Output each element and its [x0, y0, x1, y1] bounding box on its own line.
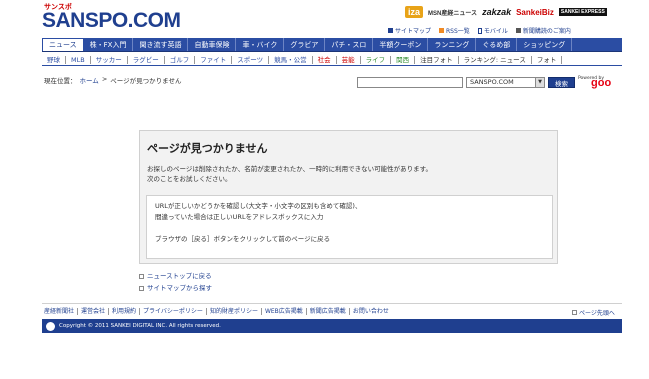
- sub-nav-item[interactable]: ラグビー: [128, 55, 165, 64]
- footer-link[interactable]: 知的財産ポリシー: [207, 308, 262, 315]
- sub-nav-item[interactable]: 競馬・公営: [269, 55, 313, 64]
- sub-nav-item[interactable]: スポーツ: [232, 55, 270, 64]
- sitemap-label: サイトマップ: [395, 28, 432, 35]
- rss-link[interactable]: RSS一覧: [439, 26, 470, 35]
- sub-nav-item[interactable]: ライフ: [361, 55, 392, 64]
- suggestions-box: URLが正しいかどうかを確認し(大文字・小文字の区別も含めて確認)、 間違ってい…: [146, 195, 553, 259]
- sitemap-icon: [388, 28, 393, 33]
- newspaper-icon: [515, 28, 521, 33]
- search-scope-value: SANSPO.COM: [470, 78, 514, 86]
- error-description: お探しのページは削除されたか、名前が変更されたか、一時的に利用できない可能性があ…: [147, 164, 432, 184]
- footer-link[interactable]: 産経新聞社: [44, 308, 79, 315]
- bullet-icon: [139, 273, 144, 279]
- sub-nav-item[interactable]: 野球: [42, 55, 66, 64]
- partner-logo-sankeibiz[interactable]: SankeiBiz: [516, 8, 554, 17]
- nav-item-pachi[interactable]: パチ・スロ: [325, 38, 374, 51]
- breadcrumb-current: ページが見つかりません: [110, 77, 182, 85]
- breadcrumb-separator: >: [101, 75, 108, 83]
- mobile-icon: [477, 27, 482, 34]
- bullet-icon: [139, 285, 144, 291]
- page-title: ページが見つかりません: [147, 142, 268, 155]
- sub-nav-item[interactable]: ゴルフ: [165, 55, 196, 64]
- sub-nav-item[interactable]: ランキング: ニュース: [459, 55, 532, 64]
- tip-url-line2: 間違っていた場合は正しいURLをアドレスボックスに入力: [155, 213, 324, 221]
- rss-icon: [439, 28, 445, 33]
- sitemap-link[interactable]: サイトマップ: [388, 26, 431, 35]
- breadcrumb-prefix: 現在位置：: [44, 77, 77, 85]
- footer-link[interactable]: プライバシーポリシー: [140, 308, 207, 315]
- powered-by: Powered by goo: [578, 76, 624, 89]
- main-nav: ニュース 株・FX入門 聞き流す英語 自動車保険 車・バイク グラビア パチ・ス…: [42, 38, 622, 52]
- nav-item-news[interactable]: ニュース: [42, 38, 84, 51]
- chevron-down-icon: ▼: [535, 78, 544, 87]
- nav-item-running[interactable]: ランニング: [428, 38, 477, 51]
- mobile-link[interactable]: モバイル: [477, 26, 508, 35]
- nav-item-shopping[interactable]: ショッピング: [517, 38, 573, 51]
- nav-item-english[interactable]: 聞き流す英語: [133, 38, 189, 51]
- error-panel: ページが見つかりません お探しのページは削除されたか、名前が変更されたか、一時的…: [139, 130, 558, 264]
- footer-link[interactable]: 新聞広告掲載: [307, 308, 350, 315]
- sub-nav: 野球 MLB サッカー ラグビー ゴルフ ファイト スポーツ 競馬・公営 社会 芸能 ライフ 関西 注目…: [42, 54, 622, 66]
- sub-nav-item[interactable]: 芸能: [337, 55, 361, 64]
- nav-item-insurance[interactable]: 自動車保険: [188, 38, 237, 51]
- recovery-links: ニューストップに戻る サイトマップから探す: [139, 270, 212, 294]
- footer-links: 産経新聞社 運営会社 利用規約 プライバシーポリシー 知的財産ポリシー WEB広告掲載 新聞…: [44, 308, 392, 315]
- rss-label: RSS一覧: [446, 28, 470, 35]
- tip-back: ブラウザの［戻る］ボタンをクリックして前のページに戻る: [155, 235, 331, 243]
- partner-logo-express[interactable]: SANKEI EXPRESS: [558, 8, 607, 16]
- sub-nav-item[interactable]: 社会: [313, 55, 337, 64]
- sub-nav-item[interactable]: フォト: [532, 55, 563, 64]
- partner-logo-iza[interactable]: iza: [405, 6, 424, 18]
- sub-nav-item[interactable]: 注目フォト: [415, 55, 459, 64]
- footer-link[interactable]: 利用規約: [109, 308, 141, 315]
- subscription-label: 新聞購読のご案内: [522, 28, 571, 35]
- sub-nav-item[interactable]: 関西: [391, 55, 416, 64]
- search-input[interactable]: [357, 77, 463, 88]
- sitemap-search-label: サイトマップから探す: [147, 284, 212, 292]
- mobile-label: モバイル: [483, 28, 508, 35]
- copyright-bar: Copyright © 2011 SANKEI DIGITAL INC. All…: [42, 319, 622, 333]
- back-to-top-label: ページ先頭へ: [579, 310, 615, 317]
- back-to-top-link[interactable]: ページ先頭へ: [572, 308, 615, 317]
- partner-logo-zakzak[interactable]: zakzak: [482, 7, 511, 17]
- footer-link[interactable]: WEB広告掲載: [262, 308, 307, 315]
- breadcrumb: 現在位置： ホーム > ページが見つかりません: [44, 75, 181, 85]
- partner-logos: iza MSN産経ニュース zakzak SankeiBiz SANKEI EX…: [405, 3, 607, 21]
- bullet-icon: [572, 310, 577, 315]
- goo-logo[interactable]: goo: [591, 77, 611, 89]
- partner-logo-msn[interactable]: MSN産経ニュース: [428, 8, 477, 17]
- sub-nav-item[interactable]: MLB: [66, 55, 91, 64]
- tip-url-line1: URLが正しいかどうかを確認し(大文字・小文字の区別も含めて確認)、: [155, 202, 362, 210]
- nav-item-coupon[interactable]: 半額クーポン: [373, 38, 429, 51]
- search-button[interactable]: 検索: [548, 77, 575, 88]
- site-logo[interactable]: SANSPO.COM: [42, 9, 181, 33]
- sub-nav-item[interactable]: ファイト: [195, 55, 233, 64]
- sitemap-search-link[interactable]: サイトマップから探す: [139, 282, 212, 294]
- breadcrumb-home[interactable]: ホーム: [80, 75, 99, 85]
- sub-nav-item[interactable]: サッカー: [91, 55, 128, 64]
- nav-item-fx[interactable]: 株・FX入門: [84, 38, 134, 51]
- copyright-text: Copyright © 2011 SANKEI DIGITAL INC. All…: [59, 323, 221, 329]
- nav-item-gravure[interactable]: グラビア: [284, 38, 326, 51]
- search-button-label: 検索: [555, 79, 568, 88]
- sankei-logo-icon: [46, 321, 55, 331]
- footer-link[interactable]: お問い合わせ: [350, 308, 392, 315]
- subscription-link[interactable]: 新聞購読のご案内: [515, 26, 571, 35]
- news-top-link[interactable]: ニューストップに戻る: [139, 270, 212, 282]
- error-desc-line2: 次のことをお試しください。: [147, 175, 232, 183]
- utility-links: サイトマップ RSS一覧 モバイル 新聞購読のご案内: [388, 26, 571, 35]
- nav-item-car[interactable]: 車・バイク: [236, 38, 285, 51]
- news-top-label: ニューストップに戻る: [147, 272, 212, 280]
- error-desc-line1: お探しのページは削除されたか、名前が変更されたか、一時的に利用できない可能性があ…: [147, 165, 432, 173]
- search-scope-select[interactable]: SANSPO.COM ▼: [466, 77, 545, 88]
- footer-link[interactable]: 運営会社: [78, 308, 110, 315]
- nav-item-gourmet[interactable]: ぐるめ部: [476, 38, 518, 51]
- footer-divider: [42, 303, 622, 304]
